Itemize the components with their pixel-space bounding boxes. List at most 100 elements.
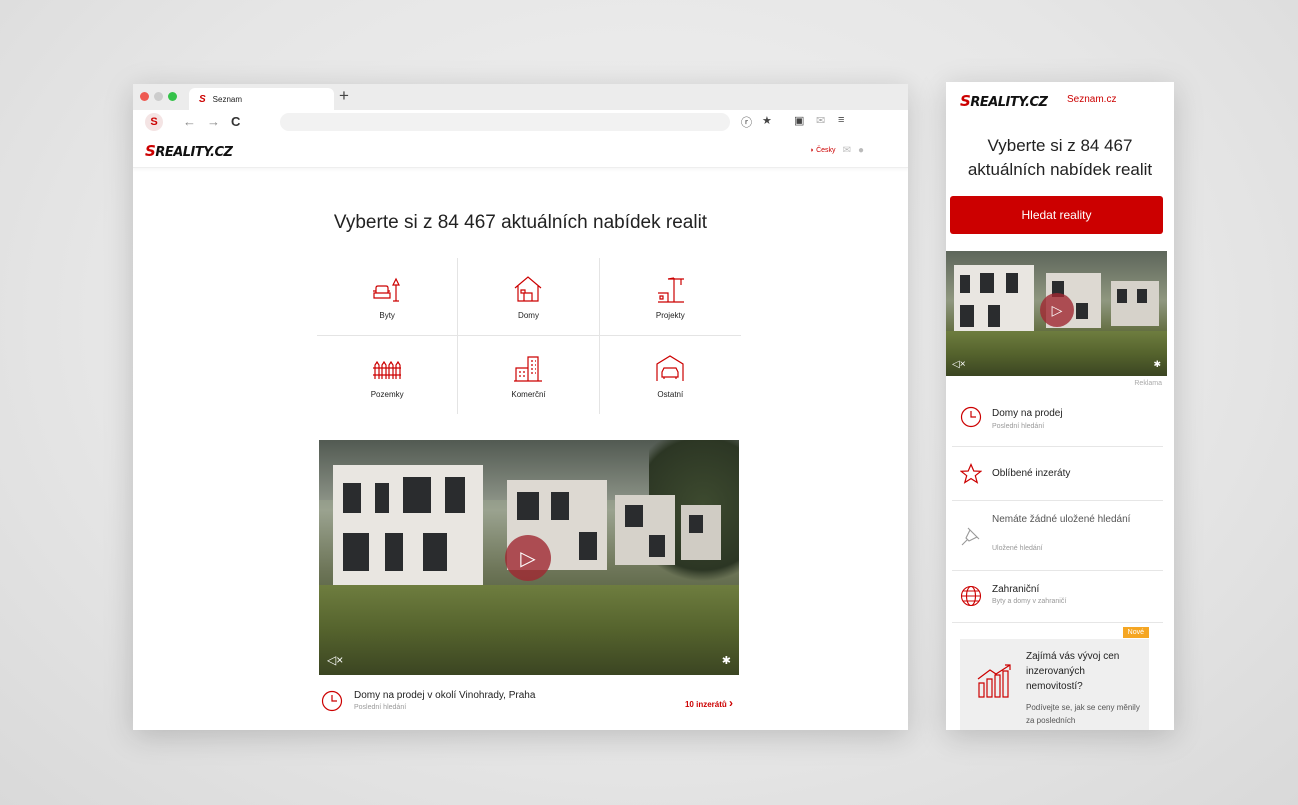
- promo-video[interactable]: ▷ ◁× ✱: [319, 440, 739, 675]
- reader-icon[interactable]: ⓡ: [741, 114, 752, 130]
- fence-icon: [373, 360, 402, 379]
- sofa-lamp-icon: [373, 277, 401, 302]
- category-ostatni[interactable]: Ostatní: [600, 336, 741, 414]
- building-render: [1111, 281, 1159, 326]
- mail-icon[interactable]: ✉: [816, 114, 825, 127]
- mobile-screen: SREALITY.CZ Seznam.cz Vyberte si z 84 46…: [946, 82, 1174, 730]
- office-building-icon: [514, 355, 543, 382]
- paw-icon: ✱: [1153, 359, 1161, 369]
- desktop-browser-window: S Seznam + S ← → C ⓡ ★ ▣ ✉ ≡ SREALITY.CZ…: [133, 84, 908, 730]
- category-grid: Byty Domy Projekty Pozemky Komerční Osta…: [317, 258, 741, 414]
- close-window-button[interactable]: [140, 92, 149, 101]
- item-title: Nemáte žádné uložené hledání: [992, 514, 1131, 525]
- item-title: Oblíbené inzeráty: [992, 468, 1071, 479]
- address-bar[interactable]: [280, 113, 730, 131]
- item-subtitle: Uložené hledání: [992, 545, 1043, 552]
- recent-search-count[interactable]: 10 inzerátů ›: [685, 696, 733, 710]
- list-item-saved-search[interactable]: Nemáte žádné uložené hledání Uložené hle…: [952, 501, 1163, 571]
- mobile-headline: Vyberte si z 84 467 aktuálních nabídek r…: [946, 134, 1174, 182]
- paw-icon: ✱: [721, 655, 731, 667]
- item-subtitle: Poslední hledání: [992, 423, 1045, 430]
- logo-s: S: [960, 92, 971, 110]
- window-controls: [140, 92, 177, 101]
- building-render: [954, 265, 1034, 337]
- new-tab-button[interactable]: +: [339, 86, 349, 106]
- building-render: [615, 495, 675, 565]
- language-switch[interactable]: ◗ Česky: [810, 147, 836, 154]
- headline-line-2: aktuálních nabídek realit: [967, 160, 1153, 179]
- forward-arrow-icon[interactable]: →: [207, 114, 220, 129]
- recent-search-subtitle: Poslední hledání: [354, 704, 407, 711]
- list-item-favorites[interactable]: Oblíbené inzeráty: [952, 447, 1163, 501]
- promo-title: Zajímá vás vývoj cen inzerovaných nemovi…: [1026, 651, 1120, 692]
- category-label: Byty: [379, 311, 395, 320]
- globe-icon: [960, 585, 982, 607]
- promo-subtitle: Podívejte se, jak se ceny měnily za posl…: [1026, 703, 1140, 725]
- building-render: [681, 505, 721, 560]
- minimize-window-button[interactable]: [154, 92, 163, 101]
- maximize-window-button[interactable]: [168, 92, 177, 101]
- seznam-link[interactable]: Seznam.cz: [1067, 94, 1116, 105]
- video-lawn: [319, 585, 739, 675]
- language-label: Česky: [816, 147, 836, 154]
- site-header: SREALITY.CZ ◗ Česky ✉ ●: [133, 134, 908, 168]
- category-label: Domy: [518, 311, 539, 320]
- browser-tab[interactable]: S Seznam: [189, 88, 334, 110]
- browser-tab-bar: S Seznam +: [133, 84, 908, 110]
- reload-icon[interactable]: C: [231, 114, 240, 129]
- menu-icon[interactable]: ≡: [838, 114, 844, 126]
- recent-search-row[interactable]: Domy na prodej v okolí Vinohrady, Praha …: [319, 688, 739, 720]
- play-button[interactable]: ▷: [1040, 293, 1074, 327]
- header-tools: ◗ Česky ✉ ●: [810, 145, 864, 156]
- play-button[interactable]: ▷: [505, 535, 551, 581]
- count-label: 10 inzerátů: [684, 700, 727, 709]
- search-realty-button[interactable]: Hledat reality: [950, 196, 1163, 234]
- back-arrow-icon[interactable]: ←: [183, 114, 196, 129]
- item-title: Zahraniční: [992, 584, 1040, 595]
- recent-search-title: Domy na prodej v okolí Vinohrady, Praha: [354, 690, 536, 701]
- logo-text: REALITY.CZ: [970, 95, 1048, 110]
- video-lawn: [946, 331, 1167, 376]
- chevron-right-icon: ›: [729, 696, 733, 710]
- seznam-home-icon[interactable]: S: [145, 113, 163, 131]
- logo-s: S: [145, 142, 156, 160]
- ad-label: Reklama: [1134, 380, 1162, 387]
- building-render: [333, 465, 483, 585]
- sreality-logo[interactable]: SREALITY.CZ: [145, 142, 233, 160]
- new-badge: Nové: [1122, 627, 1149, 638]
- category-label: Pozemky: [370, 389, 404, 399]
- bookmark-star-icon[interactable]: ★: [762, 114, 772, 127]
- mute-icon[interactable]: ◁×: [952, 359, 966, 370]
- pin-icon: [961, 527, 980, 546]
- category-domy[interactable]: Domy: [458, 258, 600, 336]
- category-label: Projekty: [655, 311, 685, 320]
- page-headline: Vyberte si z 84 467 aktuálních nabídek r…: [333, 212, 708, 233]
- crane-icon: [658, 277, 685, 303]
- item-subtitle: Byty a domy v zahraničí: [992, 598, 1067, 605]
- envelope-icon[interactable]: ✉: [843, 145, 851, 156]
- category-label: Ostatní: [657, 389, 684, 399]
- sreality-logo[interactable]: SREALITY.CZ: [960, 92, 1048, 110]
- mute-icon[interactable]: ◁×: [327, 653, 343, 667]
- list-item-abroad[interactable]: Zahraniční Byty a domy v zahraničí: [952, 571, 1163, 623]
- list-item-recent-search[interactable]: Domy na prodej Poslední hledání: [952, 393, 1163, 447]
- price-chart-icon: [977, 664, 1011, 698]
- logo-text: REALITY.CZ: [155, 145, 233, 160]
- clock-icon: [321, 690, 343, 712]
- garage-car-icon: [656, 354, 684, 381]
- browser-toolbar: S ← → C ⓡ ★ ▣ ✉ ≡: [133, 110, 908, 134]
- item-title: Domy na prodej: [992, 408, 1063, 419]
- category-byty[interactable]: Byty: [317, 258, 459, 336]
- tab-title: Seznam: [212, 94, 243, 104]
- category-label: Komerční: [511, 389, 546, 399]
- mobile-promo-video[interactable]: ▷ ◁× ✱: [946, 251, 1167, 376]
- category-pozemky[interactable]: Pozemky: [317, 336, 459, 414]
- seznam-favicon-icon: S: [199, 93, 206, 105]
- price-trend-promo[interactable]: Nové Zajímá vás vývoj cen inzerovaných n…: [960, 627, 1149, 730]
- house-icon: [515, 276, 542, 302]
- category-komercni[interactable]: Komerční: [458, 336, 600, 414]
- category-projekty[interactable]: Projekty: [599, 258, 741, 336]
- star-icon: [960, 463, 982, 484]
- chat-bubble-icon[interactable]: ●: [858, 145, 864, 156]
- sidebar-panel-icon[interactable]: ▣: [794, 114, 804, 127]
